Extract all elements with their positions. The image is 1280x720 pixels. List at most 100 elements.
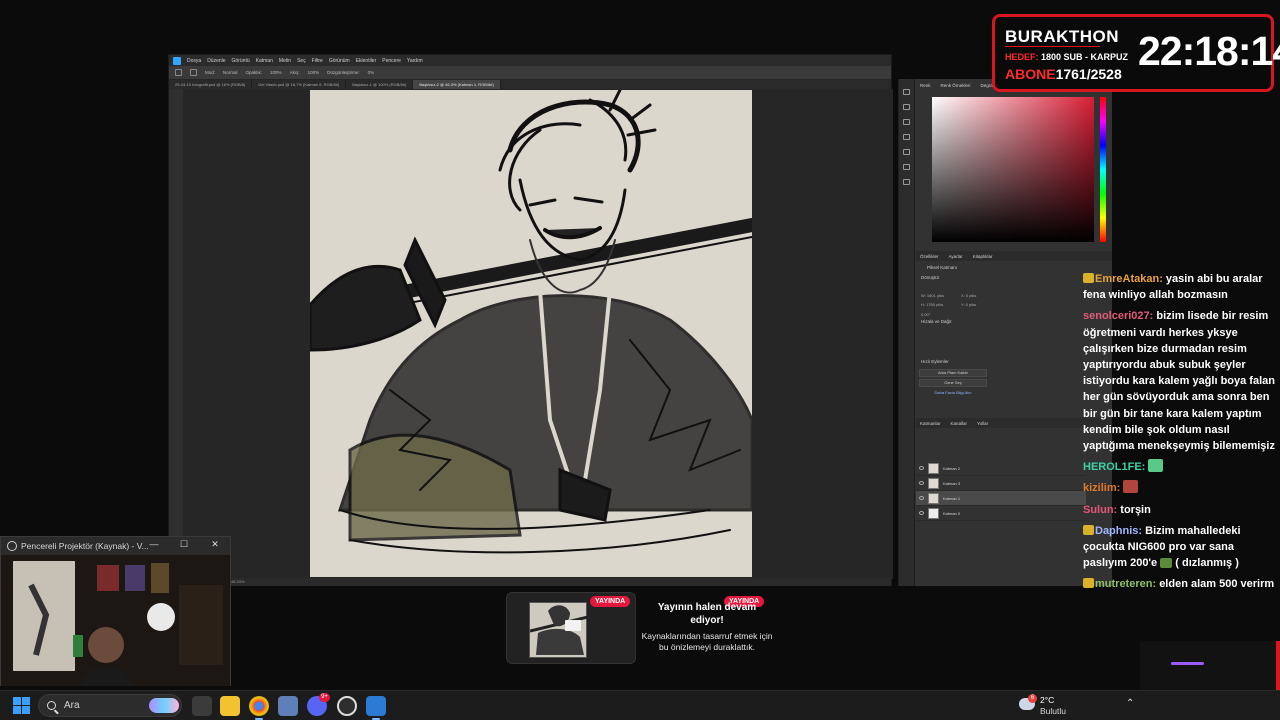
brush-settings-icon[interactable] [903,104,910,110]
layer-row[interactable]: Katman 3 [916,476,1086,491]
network-app-icon[interactable] [278,696,298,716]
menu-file[interactable]: Dosya [187,58,201,64]
layer-row[interactable]: Katman 2 [916,461,1086,476]
close-button[interactable]: ✕ [208,539,222,550]
layer-name: Katman 2 [943,465,961,471]
emote-icon [1160,558,1173,569]
chat-username[interactable]: kizilim: [1083,482,1120,494]
tab-layers[interactable]: Katmanlar [920,421,941,426]
learn-more-link[interactable]: Daha Fazla Bilgi Alın [919,390,987,398]
brush-tool-icon[interactable] [190,69,197,76]
tab-channels[interactable]: Kanallar [951,421,968,426]
visibility-eye-icon[interactable] [919,481,924,485]
tools-panel [169,89,183,579]
opacity-input[interactable]: 100% [270,70,282,75]
chat-username[interactable]: mutreteren: [1095,578,1156,590]
file-explorer-icon[interactable] [220,696,240,716]
weather-description[interactable]: Bulutlu [1040,706,1066,716]
goal-label: HEDEF: [1005,52,1039,62]
opacity-label: Opaklık: [245,70,263,75]
chat-username[interactable]: senolceri027: [1083,310,1153,322]
tab-properties[interactable]: Özellikler [920,254,939,259]
corner-accent [1276,641,1280,690]
photoshop-logo-icon [173,56,181,65]
taskbar-search[interactable]: Ara [38,694,182,717]
history-icon[interactable] [903,89,910,95]
doc-tab[interactable]: 25-04-10 fotografit.psd @ 16% (RGB/8) [169,80,253,89]
select-subject-button[interactable]: Özne Seç [919,379,987,387]
stream-preview-card[interactable]: YAYINDA [506,592,636,664]
task-view-icon[interactable] [192,696,212,716]
prop-row: Y: 0 piks [961,293,1041,307]
samurai-sketch-artwork [310,90,752,554]
layer-thumbnail [928,492,939,504]
menu-window[interactable]: Pencere [382,58,401,64]
chat-username[interactable]: Sulun: [1083,504,1117,516]
panel-icon-strip [899,79,915,586]
layer-name: Katman 3 [943,480,961,486]
properties-tabs: Özellikler Ayarlar Kitaplıklar [916,251,1112,261]
obs-icon[interactable] [337,696,357,716]
swatches-icon[interactable] [903,164,910,170]
chat-message: Daphnis: Bizim mahalledeki çocukta NIG60… [1083,523,1278,572]
layer-row[interactable]: Katman 0 [916,506,1086,521]
photoshop-taskbar-icon[interactable] [366,696,386,716]
tab-adjustments[interactable]: Ayarlar [949,254,963,259]
doc-tab[interactable]: Başlıksız-1 @ 100% (RGB/8#) [346,80,414,89]
maximize-button[interactable]: ☐ [177,539,191,550]
quick-actions-title: Hızlı Eylemler [921,359,949,364]
visibility-eye-icon[interactable] [919,511,924,515]
discord-badge: 9+ [319,693,330,702]
minimize-button[interactable]: — [147,539,161,549]
tab-color[interactable]: Renk [920,83,931,93]
angle-field[interactable]: 0,00° [921,312,930,317]
menu-help[interactable]: Yardım [407,58,423,64]
menu-view[interactable]: Görünüm [329,58,350,64]
layer-name: Katman 1 [943,495,961,501]
doc-tab-active[interactable]: Başlıksız-2 @ 46,3% (Katman 1, RGB/8#) [413,80,501,89]
home-icon[interactable] [175,69,182,76]
drawing-canvas[interactable] [310,90,752,577]
chat-text: bizim lisede bir resim öğretmeni vardı h… [1083,310,1275,453]
weather-temperature[interactable]: 2°C [1040,695,1054,705]
menu-layer[interactable]: Katman [256,58,273,64]
smoothing-input[interactable]: 0% [368,70,375,75]
character-icon[interactable] [903,149,910,155]
windows-start-icon[interactable] [13,697,30,714]
menu-plugins[interactable]: Eklentiler [356,58,377,64]
ps-options-bar: Mod: Normal Opaklık: 100% Akış: 100% Düz… [169,66,891,80]
chat-text-tail: ( dızlanmış ) [1175,557,1239,570]
webcam-preview [1,555,230,686]
paragraph-icon[interactable] [903,134,910,140]
tab-paths[interactable]: Yollar [977,421,988,426]
chat-username[interactable]: Daphnis: [1095,525,1142,537]
tab-swatches[interactable]: Renk Örnekleri [941,83,971,93]
layer-row-active[interactable]: Katman 1 [916,491,1086,506]
remove-background-button[interactable]: Arka Planı Kaldır [919,369,987,377]
visibility-eye-icon[interactable] [919,466,924,470]
menu-type[interactable]: Metin [279,58,291,64]
color-picker-field[interactable] [932,97,1094,242]
projector-titlebar[interactable]: Pencereli Projektör (Kaynak) - V... — ☐ … [1,537,230,555]
visibility-eye-icon[interactable] [919,496,924,500]
doc-tab[interactable]: Del Vitado.psd @ 16,7% (Katman 6, RGB/8#… [252,80,347,89]
mode-select[interactable]: Normal [223,70,238,75]
menu-image[interactable]: Görüntü [232,58,250,64]
chat-message: HEROL1FE: [1083,459,1278,475]
menu-select[interactable]: Seç [297,58,306,64]
hue-slider[interactable] [1100,97,1106,242]
search-icon [47,701,56,710]
tray-chevron-up-icon[interactable]: ⌃ [1126,698,1134,709]
chrome-icon[interactable] [249,696,269,716]
chat-username[interactable]: HEROL1FE: [1083,461,1145,473]
smoothing-label: Düzgünleştirme: [327,70,360,75]
goal-value: 1800 SUB - KARPUZ [1041,52,1129,62]
menu-filter[interactable]: Filtre [312,58,323,64]
tab-libraries[interactable]: Kitaplıklar [973,254,993,259]
chat-username[interactable]: EmreAtakan: [1095,273,1163,285]
actions-icon[interactable] [903,179,910,185]
menu-edit[interactable]: Düzenle [207,58,225,64]
flow-input[interactable]: 100% [308,70,320,75]
adjustments-icon[interactable] [903,119,910,125]
subscriber-line: ABONE1761/2528 [1005,66,1122,82]
